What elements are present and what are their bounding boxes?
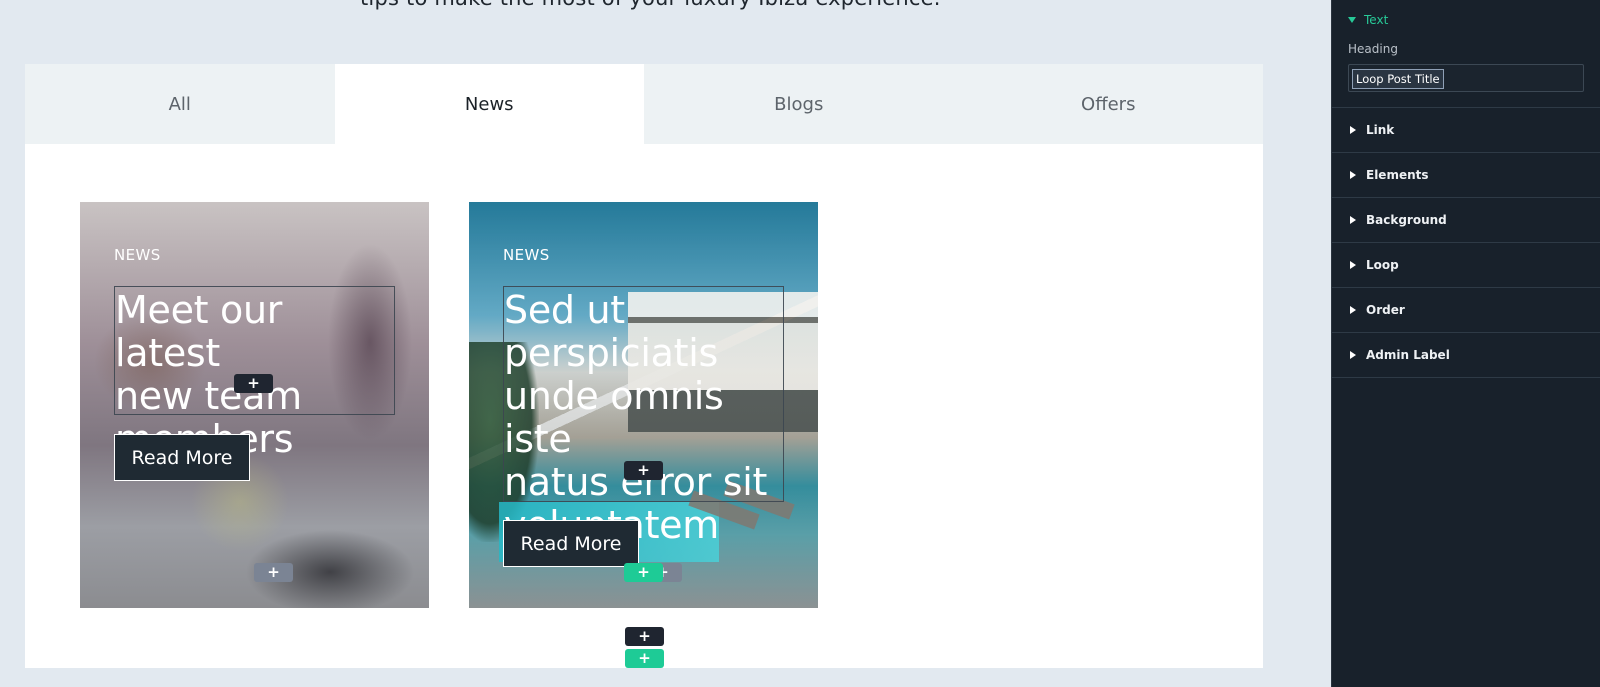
read-more-button[interactable]: Read More [503,520,639,567]
tab-news[interactable]: News [334,64,644,144]
caret-right-icon [1350,216,1356,224]
card-title-box[interactable]: Meet our latest new team members [114,286,395,461]
panel-section-label: Background [1366,213,1447,227]
panel-section-text-label: Text [1364,13,1389,27]
caret-right-icon [1350,351,1356,359]
caret-right-icon [1350,261,1356,269]
panel-section-admin-label[interactable]: Admin Label [1332,333,1600,378]
tab-all[interactable]: All [25,64,335,144]
card-category-tag: NEWS [114,246,161,264]
panel-section-label: Order [1366,303,1405,317]
caret-right-icon [1350,126,1356,134]
add-element-button[interactable]: + [624,461,663,480]
panel-section-label: Link [1366,123,1395,137]
intro-text: tips to make the most of your luxury Ibi… [360,0,941,10]
add-row-button[interactable]: + [625,649,664,668]
add-section-button[interactable]: + [625,627,664,646]
panel-section-label: Loop [1366,258,1399,272]
card-category-tag: NEWS [503,246,550,264]
tabs-container: All News Blogs Offers NEWS Meet our late… [25,64,1263,668]
caret-right-icon [1350,306,1356,314]
read-more-button[interactable]: Read More [114,434,250,481]
tab-blogs[interactable]: Blogs [644,64,954,144]
add-element-button[interactable]: + [254,563,293,582]
panel-section-label: Elements [1366,168,1429,182]
panel-section-loop[interactable]: Loop [1332,243,1600,288]
add-element-button[interactable]: + [624,563,663,582]
tab-bar: All News Blogs Offers [25,64,1263,144]
panel-section-elements[interactable]: Elements [1332,153,1600,198]
panel-section-order[interactable]: Order [1332,288,1600,333]
caret-down-icon [1348,17,1356,23]
heading-input-value[interactable]: Loop Post Title [1352,69,1444,89]
heading-field-label: Heading [1348,42,1398,56]
caret-right-icon [1350,171,1356,179]
panel-section-background[interactable]: Background [1332,198,1600,243]
post-card[interactable]: NEWS Sed ut perspiciatis unde omnis iste… [469,202,818,608]
settings-panel: Text Heading Loop Post Title Link Elemen… [1331,0,1600,687]
tab-offers[interactable]: Offers [954,64,1264,144]
panel-section-label: Admin Label [1366,348,1450,362]
heading-input[interactable]: Loop Post Title [1348,64,1584,92]
card-title: Sed ut perspiciatis unde omnis iste natu… [504,288,768,547]
panel-section-text[interactable]: Text [1332,0,1600,30]
post-card[interactable]: NEWS Meet our latest new team members + … [80,202,429,608]
add-element-button[interactable]: + [234,374,273,393]
panel-section-link[interactable]: Link [1332,108,1600,153]
page-canvas: tips to make the most of your luxury Ibi… [0,0,1331,687]
